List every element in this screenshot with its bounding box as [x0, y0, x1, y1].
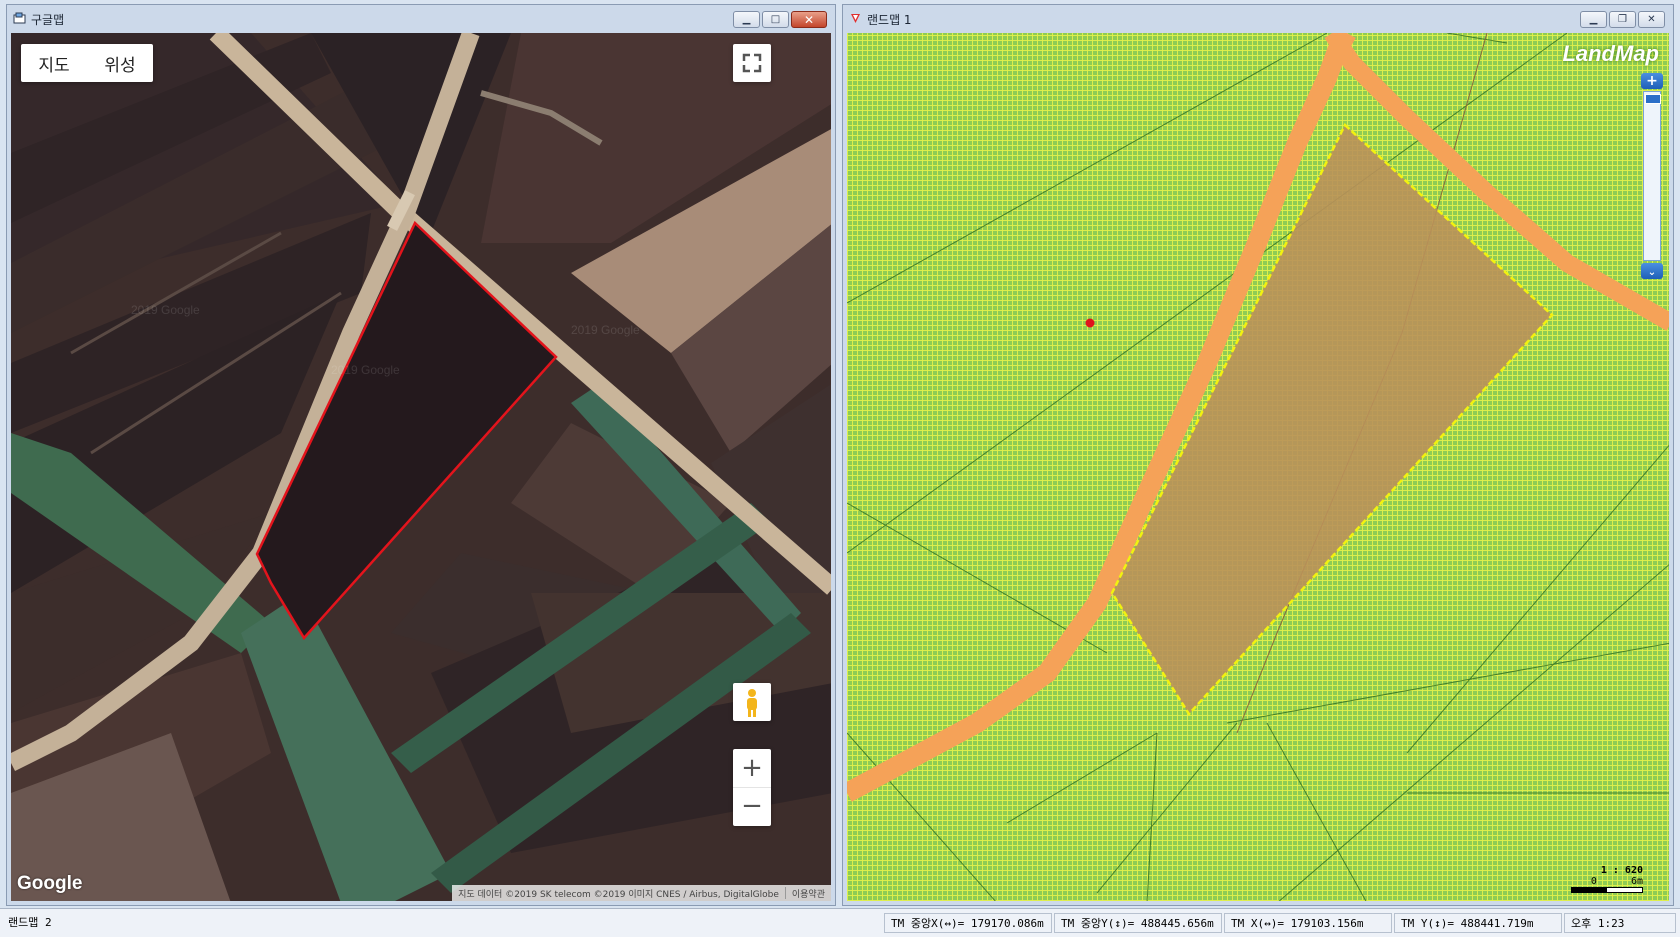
minimize-button[interactable]: ▁: [733, 11, 760, 28]
zoom-in-button[interactable]: +: [1641, 73, 1663, 89]
landmap-canvas[interactable]: LandMap + ⌄ 1 : 620 0 6m: [847, 33, 1669, 901]
close-icon: ✕: [803, 13, 815, 27]
map-watermark: 2019 Google: [571, 323, 640, 337]
scale-ratio: 1 : 620: [1600, 865, 1643, 876]
attribution-divider: [784, 887, 786, 899]
app-icon: [13, 12, 26, 24]
map-watermark: 2019 Google: [331, 363, 400, 377]
status-tm-x: TM X(↔)= 179103.156m: [1224, 913, 1392, 933]
scale-line: [1571, 887, 1643, 893]
restore-button[interactable]: ❐: [1609, 11, 1636, 28]
zoom-out-button[interactable]: −: [733, 788, 771, 826]
map-type-map-button[interactable]: 지도: [21, 51, 87, 76]
google-map-window: 구글맵 ▁ □ ✕ 2019 Google 2019 Google 2019 G…: [6, 4, 836, 906]
title-bar[interactable]: 구글맵 ▁ □ ✕: [7, 5, 835, 32]
minimize-icon: ▁: [1589, 14, 1598, 25]
zoom-out-button[interactable]: ⌄: [1641, 263, 1663, 279]
scale-labels: 0 6m: [1571, 876, 1643, 887]
zoom-slider-track[interactable]: [1643, 91, 1661, 261]
scale-bar: 1 : 620 0 6m: [1571, 865, 1643, 893]
status-clock: 오후 1:23: [1564, 913, 1676, 933]
terms-link[interactable]: 이용약관: [792, 887, 825, 900]
landmap-logo: LandMap: [1562, 41, 1659, 66]
close-icon: ✕: [1647, 14, 1656, 25]
landmap-app-icon: [851, 14, 860, 23]
satellite-imagery: [11, 33, 831, 901]
zoom-in-button[interactable]: +: [733, 749, 771, 788]
zoom-control: + −: [733, 749, 771, 826]
landmap-window: 랜드맵 1 ▁ ❐ ✕ LandMap + ⌄ 1: 620 0 6m: [842, 4, 1674, 906]
close-button[interactable]: ✕: [791, 11, 827, 28]
map-type-switch: 지도 위성: [21, 44, 153, 82]
scale-end-label: 6m: [1630, 876, 1643, 887]
status-bar: 랜드맵 2 TM 중앙X(↔)= 179170.086m TM 중앙Y(↕)= …: [0, 908, 1680, 937]
window-title: 구글맵: [31, 13, 65, 27]
close-button[interactable]: ✕: [1638, 11, 1665, 28]
zoom-slider: + ⌄: [1641, 73, 1663, 279]
map-attribution: 지도 데이터 ©2019 SK telecom ©2019 이미지 CNES /…: [452, 885, 831, 901]
map-type-satellite-button[interactable]: 위성: [87, 51, 153, 76]
zoom-slider-thumb[interactable]: [1645, 94, 1661, 104]
status-tm-y: TM Y(↕)= 488441.719m: [1394, 913, 1562, 933]
status-panel-name: 랜드맵 2: [8, 916, 52, 929]
satellite-map[interactable]: 2019 Google 2019 Google 2019 Google 지도 위…: [11, 33, 831, 901]
minimize-icon: ▁: [742, 14, 751, 25]
scale-start-label: 0: [1590, 876, 1597, 887]
pegman-icon: [747, 689, 757, 717]
fullscreen-button[interactable]: [733, 44, 771, 82]
google-logo[interactable]: Google: [17, 873, 82, 895]
window-title: 랜드맵 1: [867, 13, 912, 27]
restore-icon: ❐: [1618, 14, 1627, 25]
street-view-pegman-button[interactable]: [733, 683, 771, 721]
fullscreen-icon: [742, 53, 762, 73]
status-center-x: TM 중앙X(↔)= 179170.086m: [884, 913, 1052, 933]
status-center-y: TM 중앙Y(↕)= 488445.656m: [1054, 913, 1222, 933]
title-bar[interactable]: 랜드맵 1 ▁ ❐ ✕: [843, 5, 1673, 32]
maximize-button[interactable]: □: [762, 11, 789, 28]
minimize-button[interactable]: ▁: [1580, 11, 1607, 28]
attribution-text: 지도 데이터 ©2019 SK telecom ©2019 이미지 CNES /…: [458, 889, 779, 900]
cadastral-map: [847, 33, 1669, 901]
map-watermark: 2019 Google: [131, 303, 200, 317]
maximize-icon: □: [770, 14, 781, 25]
zoom-out-icon: ⌄: [1647, 267, 1657, 278]
